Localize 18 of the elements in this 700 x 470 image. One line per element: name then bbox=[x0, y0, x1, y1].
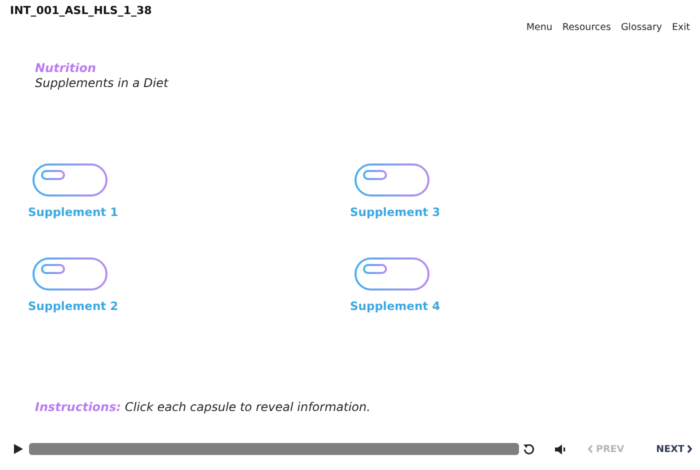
chevron-icon bbox=[588, 445, 593, 453]
replay-icon[interactable] bbox=[523, 443, 535, 455]
instructions-text: Instructions: Click each capsule to reveal information. bbox=[35, 400, 370, 414]
capsule-icon[interactable] bbox=[32, 257, 108, 291]
menu-link[interactable]: Menu bbox=[526, 22, 552, 33]
play-icon[interactable] bbox=[14, 444, 23, 454]
menu-link[interactable]: Exit bbox=[672, 22, 690, 33]
menu-link[interactable]: Resources bbox=[562, 22, 611, 33]
speaker-icon[interactable] bbox=[555, 444, 566, 454]
capsule-icon[interactable] bbox=[354, 257, 430, 291]
course-id: INT_001_ASL_HLS_1_38 bbox=[10, 4, 152, 17]
capsule-icon[interactable] bbox=[354, 163, 430, 197]
chevron-icon bbox=[687, 445, 692, 453]
next-button[interactable]: NEXT bbox=[654, 442, 694, 456]
topic-label: Nutrition bbox=[35, 61, 97, 75]
page-title: Supplements in a Diet bbox=[35, 76, 168, 90]
menu-link[interactable]: Glossary bbox=[620, 22, 662, 33]
capsule-icon[interactable] bbox=[32, 163, 108, 197]
